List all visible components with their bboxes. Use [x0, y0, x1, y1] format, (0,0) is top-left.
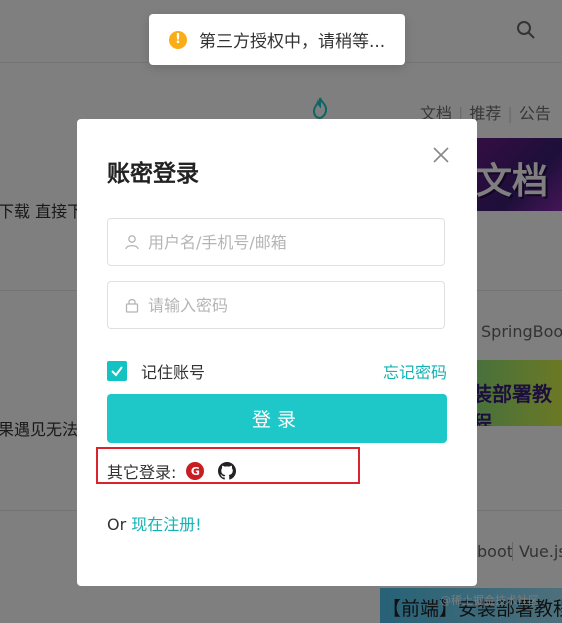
lock-icon: [125, 299, 139, 313]
modal-title: 账密登录: [107, 161, 199, 187]
user-icon: [125, 235, 139, 250]
remember-checkbox[interactable]: [107, 361, 127, 381]
password-field[interactable]: [107, 281, 445, 329]
close-icon[interactable]: [431, 145, 451, 165]
login-modal: 账密登录 记住账号 忘记密码 登录 其它登录: G: [77, 119, 477, 586]
register-prompt: Or 现在注册!: [107, 511, 202, 535]
username-input[interactable]: [146, 231, 430, 253]
username-field[interactable]: [107, 218, 445, 266]
annotation-highlight: [96, 447, 360, 484]
register-prefix: Or: [107, 515, 127, 534]
remember-label: 记住账号: [141, 363, 206, 382]
checkmark-icon: [111, 366, 123, 377]
remember-account[interactable]: 记住账号: [107, 359, 205, 383]
forgot-password-link[interactable]: 忘记密码: [383, 359, 447, 383]
login-button[interactable]: 登录: [107, 394, 447, 443]
auth-toast: ! 第三方授权中，请稍等...: [149, 14, 405, 65]
password-input[interactable]: [146, 294, 430, 316]
register-link[interactable]: 现在注册!: [131, 515, 201, 534]
warning-icon: !: [169, 30, 187, 49]
toast-message: 第三方授权中，请稍等...: [199, 32, 386, 52]
